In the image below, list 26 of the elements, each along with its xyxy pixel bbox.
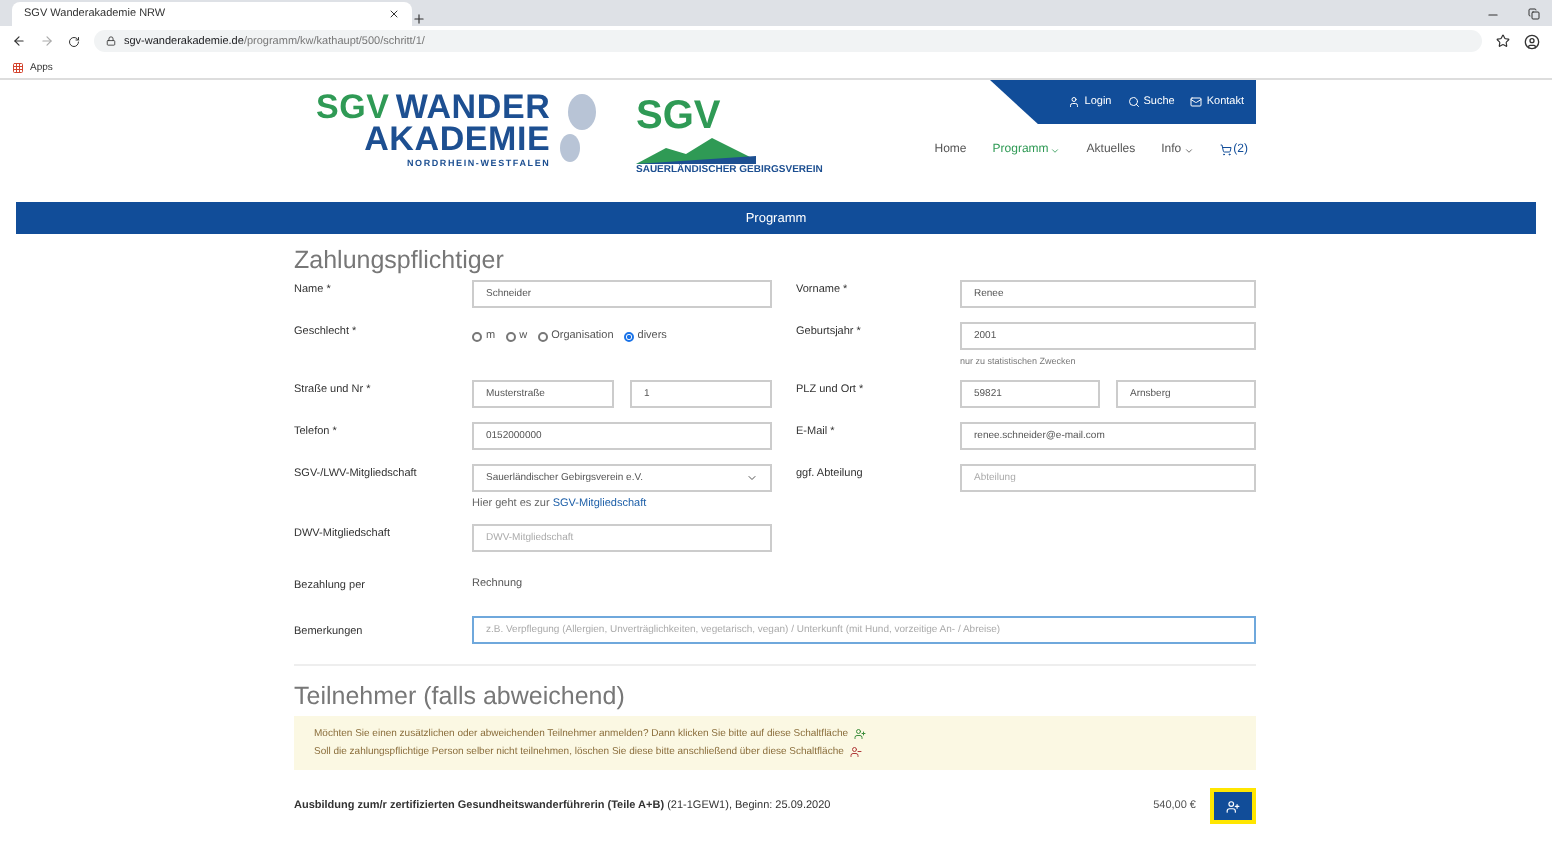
section-title: Zahlungspflichtiger	[294, 246, 506, 274]
cart-icon	[1219, 144, 1232, 156]
add-person-icon	[1226, 799, 1240, 813]
partner-logo-text: SGV	[636, 96, 723, 136]
logo-text: WANDER	[395, 92, 551, 125]
new-tab-icon	[412, 12, 426, 26]
mail-icon	[1190, 96, 1203, 108]
mountain-icon	[636, 136, 756, 164]
section-title: Teilnehmer (falls abweichend)	[294, 682, 627, 710]
lock-icon	[106, 36, 116, 46]
add-person-icon	[854, 728, 867, 740]
star-icon	[1496, 34, 1510, 48]
reload-icon	[68, 35, 80, 47]
user-icon	[1068, 96, 1081, 108]
close-icon	[388, 8, 400, 20]
logo-text: SGV	[316, 92, 390, 125]
restore-icon	[1528, 8, 1540, 20]
apps-icon	[12, 61, 24, 73]
search-icon	[1127, 96, 1140, 108]
remove-person-icon	[849, 746, 862, 758]
profile-icon	[1524, 33, 1540, 49]
back-icon	[12, 34, 26, 48]
chevron-down-icon	[746, 472, 758, 484]
logo-text: AKADEMIE	[364, 124, 551, 157]
add-participant-button[interactable]	[1210, 788, 1256, 824]
forward-icon	[40, 34, 54, 48]
